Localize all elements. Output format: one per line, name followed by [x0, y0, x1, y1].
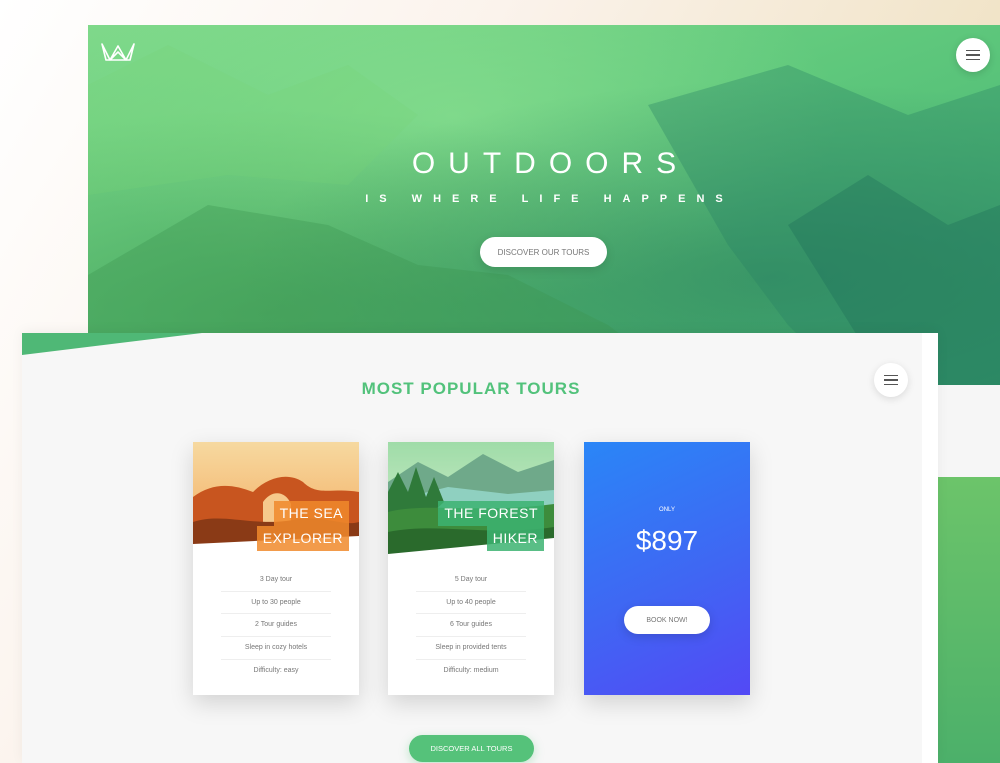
- list-item: Sleep in cozy hotels: [221, 637, 331, 660]
- tours-section: MOST POPULAR TOURS THE SEA EXPLORER 3 Da…: [22, 333, 938, 763]
- price-value: $897: [635, 525, 699, 556]
- list-item: Sleep in provided tents: [416, 637, 526, 660]
- hero-background-image: [88, 45, 1000, 385]
- page-edge: [922, 333, 938, 763]
- hamburger-menu-icon[interactable]: [956, 38, 990, 72]
- list-item: 6 Tour guides: [416, 614, 526, 638]
- section-divider: [22, 333, 202, 355]
- list-item: 3 Day tour: [221, 569, 331, 592]
- list-item: Up to 30 people: [221, 592, 331, 615]
- section-title: MOST POPULAR TOURS: [361, 379, 581, 398]
- hero-section: OUTDOORS IS WHERE LIFE HAPPENS DISCOVER …: [88, 25, 1000, 385]
- back-page-green-edge: [938, 477, 1000, 763]
- tour-card-heading: THE FOREST HIKER: [438, 501, 544, 551]
- book-now-button[interactable]: BOOK NOW!: [624, 606, 710, 634]
- hero-title: OUTDOORS: [411, 147, 690, 180]
- list-item: 2 Tour guides: [221, 614, 331, 638]
- list-item: Difficulty: medium: [443, 666, 499, 674]
- tour-card-details: 3 Day tour Up to 30 people 2 Tour guides…: [221, 569, 331, 682]
- tour-card-heading-line1: THE FOREST: [438, 501, 544, 526]
- back-page-edge: [938, 385, 1000, 477]
- price-card: ONLY $897 BOOK NOW!: [584, 442, 750, 695]
- hero-subtitle: IS WHERE LIFE HAPPENS: [365, 193, 734, 205]
- list-item: Difficulty: easy: [253, 666, 299, 674]
- tour-card-heading-line1: THE SEA: [273, 501, 349, 526]
- tour-card-sea-explorer[interactable]: THE SEA EXPLORER 3 Day tour Up to 30 peo…: [193, 442, 359, 695]
- tour-card-heading: THE SEA EXPLORER: [256, 501, 349, 551]
- discover-our-tours-button[interactable]: DISCOVER OUR TOURS: [480, 237, 607, 267]
- list-item: 5 Day tour: [416, 569, 526, 592]
- discover-all-tours-button[interactable]: DISCOVER ALL TOURS: [409, 735, 534, 762]
- tour-card-heading-line2: HIKER: [486, 526, 544, 551]
- crown-logo-icon[interactable]: [100, 40, 136, 64]
- list-item: Up to 40 people: [416, 592, 526, 615]
- price-only-label: ONLY: [659, 507, 675, 513]
- tour-card-forest-hiker[interactable]: THE FOREST HIKER 5 Day tour Up to 40 peo…: [388, 442, 554, 695]
- tour-card-details: 5 Day tour Up to 40 people 6 Tour guides…: [416, 569, 526, 682]
- tour-card-heading-line2: EXPLORER: [256, 526, 349, 551]
